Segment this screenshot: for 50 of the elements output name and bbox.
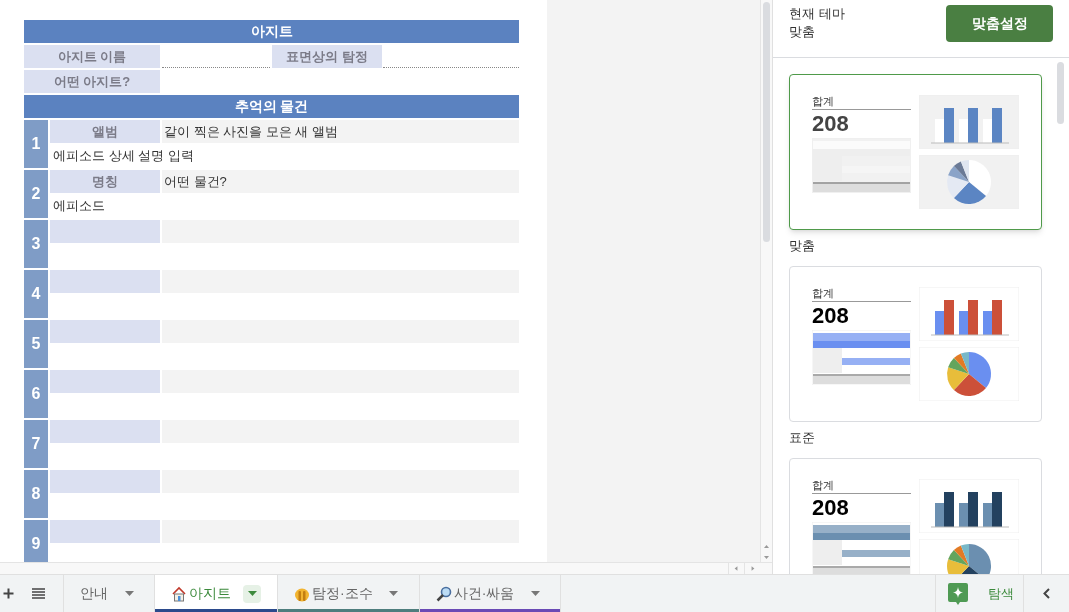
scrollbar-thumb[interactable]: [1057, 62, 1064, 124]
explore-icon: [948, 582, 968, 605]
stat-value: 208: [812, 494, 850, 522]
theme-name: 맞춤: [789, 237, 816, 254]
menu-icon[interactable]: [32, 588, 45, 599]
current-theme-name: 맞춤: [789, 23, 816, 41]
row-number: 2: [24, 170, 48, 218]
field-label: 아지트 이름: [24, 45, 160, 68]
sheet-tab[interactable]: 아지트: [155, 575, 278, 612]
stat-label: 합계: [812, 479, 911, 494]
row-number: 9: [24, 520, 48, 562]
dropdown-icon: [530, 591, 540, 596]
section-header: 아지트: [24, 20, 519, 43]
section-header: 추억의 물건: [24, 95, 519, 118]
row-number: 8: [24, 470, 48, 518]
house-icon: [171, 585, 187, 602]
add-sheet-icon[interactable]: [3, 588, 14, 599]
current-theme-label: 현재 테마: [789, 5, 845, 23]
sheet-tab[interactable]: 사건·싸움: [419, 575, 562, 612]
theme-card[interactable]: 합계 208: [789, 266, 1042, 422]
dropdown-icon: [389, 591, 399, 596]
stat-value: 208: [812, 110, 850, 138]
item-value: 같이 찍은 사진을 모은 새 앨범: [162, 120, 519, 143]
row-number: 4: [24, 270, 48, 318]
item-description: 에피소드 상세 설명 입력: [52, 146, 195, 165]
row-number: 5: [24, 320, 48, 368]
stat-label: 합계: [812, 95, 911, 110]
item-value: 어떤 물건?: [162, 170, 519, 193]
field-label: 표면상의 탐정: [272, 45, 382, 68]
customize-button[interactable]: 맞춤설정: [946, 5, 1053, 42]
sheet-tab[interactable]: 탐정·조수: [278, 575, 420, 612]
dropdown-icon: [124, 591, 134, 596]
dropdown-icon: [247, 591, 257, 596]
row-number: 1: [24, 120, 48, 168]
theme-card[interactable]: 합계 208: [789, 458, 1042, 574]
explore-button[interactable]: 탐색: [935, 575, 1024, 612]
row-number: 3: [24, 220, 48, 268]
row-number: 7: [24, 420, 48, 468]
theme-name: 표준: [789, 429, 816, 446]
stat-value: 208: [812, 302, 850, 330]
theme-card[interactable]: 합계 208: [789, 74, 1042, 230]
stat-label: 합계: [812, 287, 911, 302]
item-description: 에피소드: [52, 196, 106, 215]
scrollbar-thumb[interactable]: [763, 2, 770, 242]
item-label: 앨범: [50, 120, 160, 143]
row-number: 6: [24, 370, 48, 418]
item-label: 명칭: [50, 170, 160, 193]
collapse-icon[interactable]: [1043, 588, 1050, 599]
magnifier-icon: [435, 585, 452, 602]
field-label: 어떤 아지트?: [24, 70, 160, 93]
